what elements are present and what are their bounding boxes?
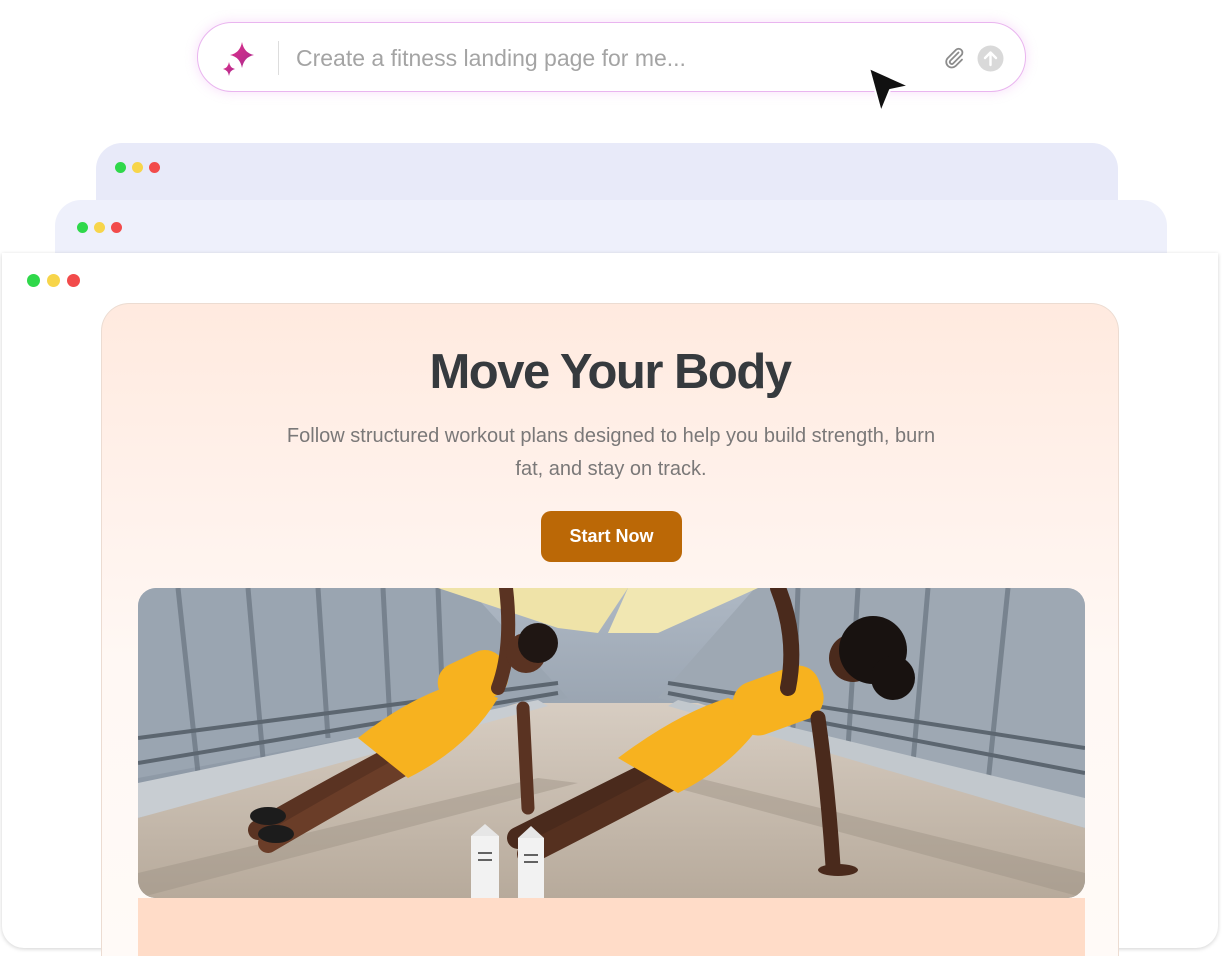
close-dot[interactable] — [67, 274, 80, 287]
minimize-dot[interactable] — [132, 162, 143, 173]
hero-subtitle: Follow structured workout plans designed… — [286, 425, 936, 480]
send-icon[interactable] — [977, 45, 1004, 72]
pointer-cursor-icon — [868, 67, 910, 113]
hero-title: Move Your Body — [429, 345, 792, 399]
close-dot[interactable] — [111, 222, 122, 233]
prompt-input[interactable] — [296, 41, 896, 75]
sparkle-icon — [223, 42, 254, 76]
window-controls — [115, 162, 160, 173]
prompt-divider — [278, 41, 279, 75]
landing-page: Move Your Body Follow structured workout… — [101, 303, 1119, 956]
maximize-dot[interactable] — [115, 162, 126, 173]
canvas: Move Your Body Follow structured workout… — [0, 0, 1222, 956]
start-now-button[interactable]: Start Now — [541, 511, 682, 562]
maximize-dot[interactable] — [77, 222, 88, 233]
close-dot[interactable] — [149, 162, 160, 173]
hero-image — [138, 588, 1085, 898]
maximize-dot[interactable] — [27, 274, 40, 287]
window-controls — [77, 222, 122, 233]
minimize-dot[interactable] — [47, 274, 60, 287]
window-controls — [27, 274, 80, 287]
page-bottom-band — [138, 898, 1085, 956]
paperclip-icon[interactable] — [942, 46, 966, 70]
minimize-dot[interactable] — [94, 222, 105, 233]
fitness-photo — [138, 588, 1085, 898]
